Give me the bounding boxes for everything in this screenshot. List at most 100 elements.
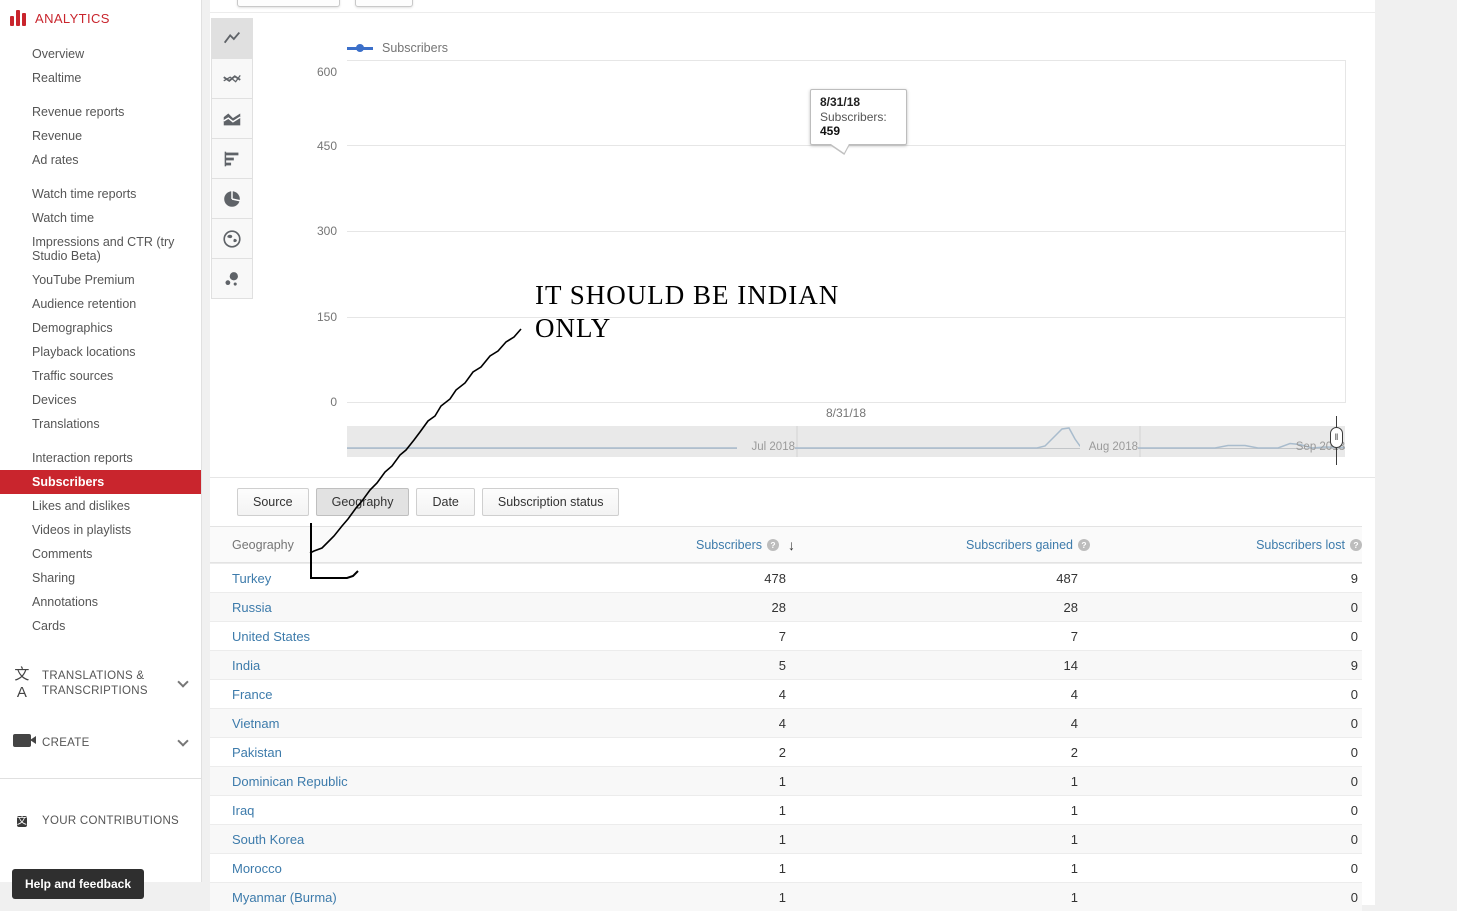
help-and-feedback-button[interactable]: Help and feedback bbox=[12, 869, 144, 899]
country-link[interactable]: France bbox=[210, 687, 555, 702]
minimap-label-aug: Aug 2018 bbox=[1080, 441, 1138, 454]
sidebar-item-watch-time-reports[interactable]: Watch time reports bbox=[0, 182, 201, 206]
country-link[interactable]: Vietnam bbox=[210, 716, 555, 731]
subscribers-lost-value: 0 bbox=[1090, 832, 1362, 847]
country-link[interactable]: Pakistan bbox=[210, 745, 555, 760]
country-link[interactable]: Myanmar (Burma) bbox=[210, 890, 555, 905]
breakdown-tabs: Source Geography Date Subscription statu… bbox=[210, 478, 1375, 520]
subscribers-value: 7 bbox=[555, 629, 795, 644]
sidebar-item-label: Watch time reports bbox=[32, 187, 136, 201]
sidebar-item-translations[interactable]: Translations bbox=[0, 412, 201, 436]
column-header-subscribers-gained[interactable]: Subscribers gained? bbox=[795, 538, 1090, 552]
sidebar-item-label: Realtime bbox=[32, 71, 81, 85]
chart-type-rail bbox=[211, 18, 254, 299]
sidebar-item-your-contributions[interactable]: 文 YOUR CONTRIBUTIONS bbox=[0, 805, 201, 837]
globe-icon bbox=[221, 228, 243, 250]
chart-legend: Subscribers bbox=[347, 41, 448, 55]
column-header-subscribers-lost[interactable]: Subscribers lost? bbox=[1090, 538, 1362, 552]
subscribers-lost-value: 9 bbox=[1090, 658, 1362, 673]
sidebar-item-revenue-reports[interactable]: Revenue reports bbox=[0, 100, 201, 124]
subscribers-lost-value: 0 bbox=[1090, 803, 1362, 818]
sort-descending-icon[interactable]: ↓ bbox=[788, 537, 795, 553]
subscribers-value: 4 bbox=[555, 716, 795, 731]
timeline-minimap[interactable]: Jul 2018 Aug 2018 Sep 2018 ‖ bbox=[347, 426, 1345, 457]
country-link[interactable]: Dominican Republic bbox=[210, 774, 555, 789]
subscribers-lost-value: 0 bbox=[1090, 687, 1362, 702]
table-header-row: Geography Subscribers?↓ Subscribers gain… bbox=[210, 526, 1362, 563]
sidebar-item-comments[interactable]: Comments bbox=[0, 542, 201, 566]
sidebar-item-annotations[interactable]: Annotations bbox=[0, 590, 201, 614]
sidebar-item-devices[interactable]: Devices bbox=[0, 388, 201, 412]
tab-subscription-status[interactable]: Subscription status bbox=[482, 488, 620, 516]
sidebar-item-label: Devices bbox=[32, 393, 76, 407]
sidebar-item-traffic-sources[interactable]: Traffic sources bbox=[0, 364, 201, 388]
bubble-chart-icon-button[interactable] bbox=[211, 258, 253, 299]
sidebar-item-demographics[interactable]: Demographics bbox=[0, 316, 201, 340]
bar-chart-icon-button[interactable] bbox=[211, 138, 253, 179]
subscribers-gained-value: 2 bbox=[795, 745, 1090, 760]
create-label: CREATE bbox=[42, 736, 173, 751]
help-icon[interactable]: ? bbox=[1078, 539, 1090, 551]
sidebar-item-likes-and-dislikes[interactable]: Likes and dislikes bbox=[0, 494, 201, 518]
tab-geography[interactable]: Geography bbox=[316, 488, 410, 516]
range-slider-handle[interactable]: ‖ bbox=[1330, 427, 1343, 448]
stacked-area-icon-button[interactable] bbox=[211, 98, 253, 139]
tab-label: Subscription status bbox=[498, 495, 604, 509]
sidebar-item-label: Interaction reports bbox=[32, 451, 133, 465]
sidebar-item-cards[interactable]: Cards bbox=[0, 614, 201, 638]
sidebar-item-revenue[interactable]: Revenue bbox=[0, 124, 201, 148]
country-link[interactable]: Russia bbox=[210, 600, 555, 615]
subscribers-gained-value: 4 bbox=[795, 716, 1090, 731]
tab-source[interactable]: Source bbox=[237, 488, 309, 516]
country-link[interactable]: Iraq bbox=[210, 803, 555, 818]
date-range-control-cutoff[interactable] bbox=[237, 0, 340, 7]
country-link[interactable]: United States bbox=[210, 629, 555, 644]
table-row-turkey: Turkey 478 487 9 bbox=[210, 563, 1362, 592]
plot-right-edge bbox=[1345, 60, 1346, 403]
country-link[interactable]: India bbox=[210, 658, 555, 673]
sidebar-item-label: Audience retention bbox=[32, 297, 136, 311]
sidebar-item-label: Demographics bbox=[32, 321, 113, 335]
sidebar-item-playback-locations[interactable]: Playback locations bbox=[0, 340, 201, 364]
country-link[interactable]: Turkey bbox=[210, 571, 555, 586]
gridline bbox=[347, 60, 1345, 61]
tooltip-date: 8/31/18 bbox=[820, 95, 897, 109]
country-link[interactable]: South Korea bbox=[210, 832, 555, 847]
sidebar-item-ad-rates[interactable]: Ad rates bbox=[0, 148, 201, 172]
sidebar-item-translations-transcriptions[interactable]: 文A TRANSLATIONS & TRANSCRIPTIONS bbox=[0, 660, 201, 708]
subscribers-lost-value: 0 bbox=[1090, 861, 1362, 876]
subscribers-value: 478 bbox=[555, 571, 795, 586]
sidebar-item-realtime[interactable]: Realtime bbox=[0, 66, 201, 90]
toolbar-button-cutoff[interactable] bbox=[355, 0, 413, 7]
geo-map-icon-button[interactable] bbox=[211, 218, 253, 259]
analytics-section-header[interactable]: ANALYTICS bbox=[0, 0, 201, 34]
country-link[interactable]: Morocco bbox=[210, 861, 555, 876]
line-chart-icon bbox=[221, 28, 243, 50]
y-tick-600: 600 bbox=[299, 65, 337, 79]
sidebar-item-label: Revenue reports bbox=[32, 105, 124, 119]
x-axis-date-label: 8/31/18 bbox=[796, 406, 896, 420]
table-row-iraq: Iraq 1 1 0 bbox=[210, 795, 1362, 824]
help-icon[interactable]: ? bbox=[767, 539, 779, 551]
sidebar-item-youtube-premium[interactable]: YouTube Premium bbox=[0, 268, 201, 292]
subscribers-value: 2 bbox=[555, 745, 795, 760]
legend-label: Subscribers bbox=[382, 41, 448, 55]
sidebar-item-label: Likes and dislikes bbox=[32, 499, 130, 513]
compare-lines-icon-button[interactable] bbox=[211, 58, 253, 99]
tab-label: Geography bbox=[332, 495, 394, 509]
sidebar-item-videos-in-playlists[interactable]: Videos in playlists bbox=[0, 518, 201, 542]
tab-date[interactable]: Date bbox=[416, 488, 474, 516]
help-icon[interactable]: ? bbox=[1350, 539, 1362, 551]
sidebar-item-audience-retention[interactable]: Audience retention bbox=[0, 292, 201, 316]
line-chart-icon-button[interactable] bbox=[211, 18, 253, 59]
sidebar-item-subscribers[interactable]: Subscribers bbox=[0, 470, 201, 494]
horizontal-bar-chart-icon bbox=[221, 148, 243, 170]
pie-chart-icon-button[interactable] bbox=[211, 178, 253, 219]
sidebar-item-overview[interactable]: Overview bbox=[0, 42, 201, 66]
sidebar-item-impressions-and-ctr-try-studio-beta[interactable]: Impressions and CTR (try Studio Beta) bbox=[0, 230, 201, 268]
sidebar-item-sharing[interactable]: Sharing bbox=[0, 566, 201, 590]
column-header-subscribers[interactable]: Subscribers?↓ bbox=[555, 537, 795, 553]
sidebar-item-create[interactable]: CREATE bbox=[0, 728, 201, 758]
sidebar-item-interaction-reports[interactable]: Interaction reports bbox=[0, 446, 201, 470]
sidebar-item-watch-time[interactable]: Watch time bbox=[0, 206, 201, 230]
